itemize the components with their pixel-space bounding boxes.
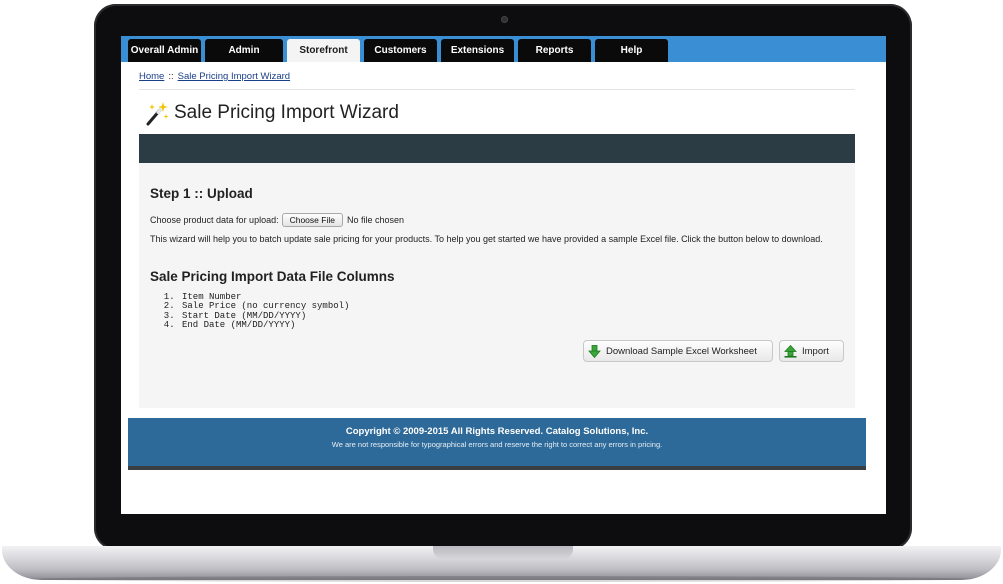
import-label: Import [802, 345, 829, 357]
choose-file-button[interactable]: Choose File [281, 213, 343, 227]
page-header: Sale Pricing Import Wizard [144, 99, 399, 127]
nav-tabs: Overall Admin Admin Storefront Customers… [128, 39, 668, 62]
download-arrow-icon [588, 344, 601, 358]
wizard-description: This wizard will help you to batch updat… [150, 234, 823, 244]
columns-heading: Sale Pricing Import Data File Columns [150, 269, 395, 284]
app-screen: Overall Admin Admin Storefront Customers… [121, 36, 886, 514]
breadcrumb-separator: :: [168, 71, 174, 82]
laptop-base-notch [433, 546, 573, 559]
header-band [139, 134, 855, 163]
wizard-panel: Step 1 :: Upload Choose product data for… [139, 163, 855, 408]
tab-help[interactable]: Help [595, 39, 668, 62]
breadcrumb: Home:: Sale Pricing Import Wizard [139, 71, 290, 82]
file-status: No file chosen [346, 215, 404, 225]
footer-copyright: Copyright © 2009-2015 All Rights Reserve… [345, 426, 649, 437]
download-sample-label: Download Sample Excel Worksheet [606, 345, 757, 357]
breadcrumb-current-link[interactable]: Sale Pricing Import Wizard [178, 71, 290, 82]
import-button[interactable]: Import [779, 340, 844, 362]
tab-admin[interactable]: Admin [205, 39, 283, 62]
camera-icon [501, 16, 508, 23]
page-title: Sale Pricing Import Wizard [174, 102, 399, 123]
footer: Copyright © 2009-2015 All Rights Reserve… [128, 418, 866, 470]
upload-arrow-icon [784, 344, 797, 358]
footer-disclaimer: We are not responsible for typographical… [331, 440, 663, 449]
top-nav-bar: Overall Admin Admin Storefront Customers… [121, 36, 886, 62]
tab-overall-admin[interactable]: Overall Admin [128, 39, 201, 62]
upload-label: Choose product data for upload: [150, 215, 279, 225]
tab-extensions[interactable]: Extensions [441, 39, 514, 62]
upload-row: Choose product data for upload: Choose F… [150, 213, 404, 227]
download-sample-button[interactable]: Download Sample Excel Worksheet [583, 340, 773, 362]
step-heading: Step 1 :: Upload [150, 186, 253, 201]
divider [139, 89, 855, 90]
columns-list: Item Number Sale Price (no currency symb… [149, 292, 349, 330]
tab-storefront[interactable]: Storefront [287, 39, 360, 62]
laptop-shadow [30, 576, 973, 582]
tab-reports[interactable]: Reports [518, 39, 591, 62]
breadcrumb-home-link[interactable]: Home [139, 71, 164, 82]
magic-wand-icon [144, 99, 170, 127]
tab-customers[interactable]: Customers [364, 39, 437, 62]
list-item: End Date (MM/DD/YYYY) [180, 320, 349, 330]
